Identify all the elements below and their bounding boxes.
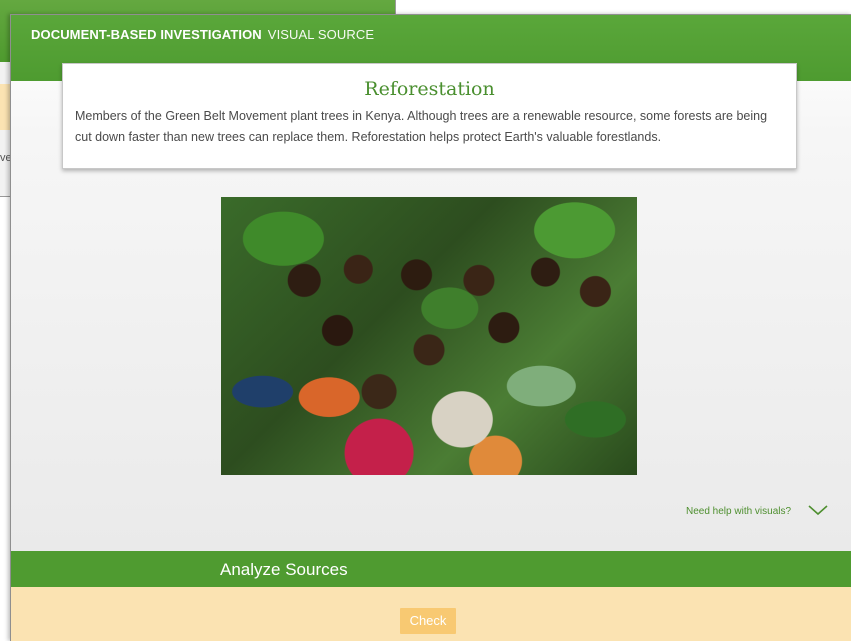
answer-bar: Check — [11, 587, 851, 641]
header-main-title: DOCUMENT-BASED INVESTIGATION — [31, 27, 262, 42]
source-photo — [221, 197, 637, 475]
chevron-down-icon[interactable] — [807, 503, 829, 517]
header-subtitle: VISUAL SOURCE — [267, 27, 375, 42]
caption-text: Members of the Green Belt Movement plant… — [75, 109, 768, 144]
header-title: DOCUMENT-BASED INVESTIGATION VISUAL SOURC… — [31, 27, 374, 42]
check-button[interactable]: Check — [400, 608, 456, 634]
help-visuals-link[interactable]: Need help with visuals? — [686, 506, 791, 517]
analyze-sources-label: Analyze Sources — [220, 560, 348, 579]
analyze-sources-bar: Analyze Sources — [11, 551, 851, 587]
main-window: DOCUMENT-BASED INVESTIGATION VISUAL SOURC… — [10, 14, 851, 641]
caption-box: Reforestation Members of the Green Belt … — [62, 63, 797, 169]
caption-title: Reforestation — [364, 78, 495, 100]
